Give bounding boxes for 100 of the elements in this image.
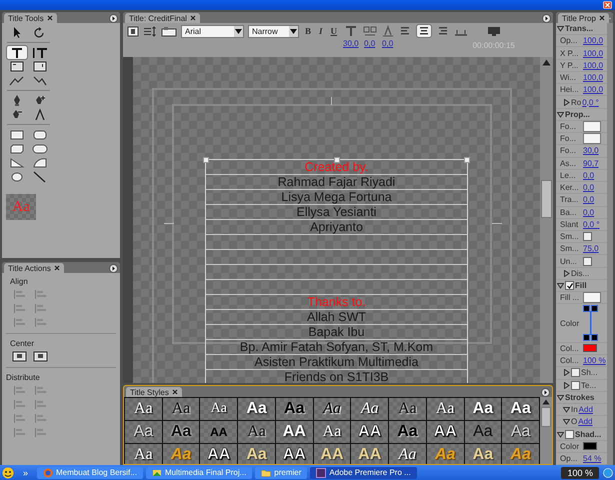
style-swatch[interactable]: Aa	[389, 444, 426, 464]
close-icon[interactable]	[54, 265, 60, 271]
close-icon[interactable]	[190, 15, 196, 21]
style-swatch[interactable]: Aa	[464, 421, 502, 443]
font-size-icon[interactable]	[344, 25, 358, 37]
expanded-triangle-icon[interactable]	[563, 418, 570, 426]
quick-launch-expand[interactable]: »	[17, 468, 34, 478]
style-swatch[interactable]: Aa	[464, 444, 502, 464]
scrollbar[interactable]	[540, 397, 552, 464]
style-swatch[interactable]: Aa	[125, 444, 162, 464]
taskbar-button[interactable]: premier	[255, 466, 308, 478]
style-swatch[interactable]: AA	[200, 421, 238, 443]
style-swatch[interactable]: AA	[351, 444, 388, 464]
style-swatch[interactable]: Aa	[238, 421, 275, 443]
style-swatch[interactable]: Aa	[125, 421, 162, 443]
property-value[interactable]: 0,0 °	[582, 98, 599, 107]
scrollbar[interactable]	[607, 23, 613, 465]
expanded-triangle-icon[interactable]	[557, 282, 564, 290]
leading-value[interactable]: 0,0	[382, 39, 394, 48]
close-icon[interactable]	[46, 15, 53, 21]
property-value[interactable]: 100 %	[583, 356, 606, 366]
text-box[interactable]: Created by. Rahmad Fajar Riyadi Lisya Mega Fortuna Ellysa Yesianti Apriyanto Thanks to. Allah SWT Bapak Ibu Bp. Amir Fatah Sofyan, ST, M.Kom Asisten Praktikum Multimedia Friends on S1TI3B	[205, 159, 468, 383]
section-title[interactable]: Fill	[575, 281, 587, 290]
leading-icon[interactable]	[380, 25, 395, 37]
style-swatch[interactable]: Aa	[389, 421, 426, 443]
panel-tab[interactable]: Title Prop	[558, 13, 609, 23]
property-value[interactable]: 100,0	[583, 85, 604, 94]
style-swatch[interactable]: Aa	[238, 444, 275, 464]
video-monitor-icon[interactable]	[486, 25, 501, 37]
panel-tab[interactable]: Title Styles	[126, 387, 182, 397]
checkbox[interactable]	[565, 430, 574, 439]
section-title[interactable]: Shad...	[575, 430, 602, 439]
collapsed-triangle-icon[interactable]	[563, 382, 570, 389]
property-value[interactable]: 100,0	[583, 73, 604, 82]
scrollbar-thumb[interactable]	[541, 180, 552, 218]
center-icon[interactable]	[33, 351, 49, 362]
collapsed-triangle-icon[interactable]	[563, 98, 570, 106]
style-swatch[interactable]: Aa	[502, 421, 539, 443]
panel-menu-icon[interactable]	[109, 14, 118, 23]
expanded-triangle-icon[interactable]	[557, 430, 564, 438]
taskbar-button[interactable]: Multimedia Final Proj...	[146, 466, 252, 478]
dropdown[interactable]	[583, 292, 601, 304]
style-swatch[interactable]: Aa	[314, 421, 350, 443]
italic-button[interactable]: I	[317, 25, 325, 37]
type-tool-icon[interactable]	[7, 46, 27, 59]
panel-menu-icon[interactable]	[541, 388, 550, 397]
style-swatch[interactable]: Aa	[464, 398, 502, 420]
style-swatch[interactable]: AA	[276, 444, 313, 464]
style-swatch[interactable]: Aa	[426, 444, 464, 464]
dropdown-arrow-icon[interactable]	[290, 29, 297, 34]
property-value[interactable]: 100,0	[583, 48, 604, 58]
property-value[interactable]: 0,0	[583, 170, 594, 180]
style-swatch[interactable]: Aa	[426, 398, 464, 420]
gradient-color-picker-icon[interactable]	[583, 305, 599, 342]
section-title[interactable]: Prop...	[565, 110, 590, 119]
resize-handle[interactable]	[464, 157, 470, 163]
color-swatch[interactable]	[583, 344, 597, 352]
scrollbar[interactable]	[540, 57, 553, 383]
style-swatch[interactable]: Aa	[125, 398, 162, 420]
expanded-triangle-icon[interactable]	[557, 110, 564, 118]
property-value[interactable]: 0,0	[583, 195, 594, 204]
font-size-value[interactable]: 30,0	[343, 39, 359, 48]
section-title[interactable]: Strokes	[565, 392, 594, 402]
taskbar-button[interactable]: Adobe Premiere Pro ...	[310, 466, 417, 478]
color-swatch[interactable]	[583, 442, 597, 450]
smiley-icon[interactable]	[2, 466, 14, 478]
vertical-type-icon[interactable]	[30, 46, 50, 59]
taskbar-button[interactable]: Membuat Blog Bersif...	[37, 466, 143, 478]
collapsed-triangle-icon[interactable]	[563, 270, 570, 277]
templates-icon[interactable]	[161, 26, 177, 37]
style-swatch[interactable]: Aa	[162, 421, 200, 443]
kerning-icon[interactable]	[362, 25, 377, 37]
section-title[interactable]: Trans...	[565, 24, 594, 34]
align-center-icon[interactable]	[416, 25, 431, 37]
checkbox[interactable]	[565, 281, 574, 290]
expanded-triangle-icon[interactable]	[563, 406, 570, 414]
style-swatch[interactable]: Aa	[162, 398, 200, 420]
property-value[interactable]: 100,0	[583, 36, 604, 46]
checkbox[interactable]	[571, 380, 580, 390]
panel-tab[interactable]: Title Tools	[4, 13, 57, 23]
property-value[interactable]: 54 %	[583, 454, 602, 464]
property-value[interactable]: Add	[578, 405, 593, 414]
center-icon[interactable]	[12, 351, 28, 362]
checkbox[interactable]	[583, 232, 592, 242]
font-style-dropdown[interactable]: Narrow	[248, 25, 299, 38]
expanded-triangle-icon[interactable]	[557, 394, 564, 401]
scroll-up-icon[interactable]	[542, 59, 551, 66]
dropdown[interactable]	[583, 120, 601, 132]
font-dropdown[interactable]: Arial	[181, 25, 244, 38]
dropdown-arrow-icon[interactable]	[235, 29, 242, 34]
resize-handle[interactable]	[203, 157, 209, 163]
checkbox[interactable]	[571, 368, 580, 378]
bold-button[interactable]: B	[303, 25, 314, 37]
close-icon[interactable]	[598, 15, 605, 21]
property-value[interactable]: Add	[578, 417, 592, 426]
panel-menu-icon[interactable]	[542, 14, 551, 23]
property-value[interactable]: 0,0	[583, 208, 594, 217]
network-icon[interactable]	[603, 468, 613, 478]
panel-tab[interactable]: Title Actions	[4, 263, 64, 273]
style-swatch[interactable]: Aa	[314, 398, 350, 420]
